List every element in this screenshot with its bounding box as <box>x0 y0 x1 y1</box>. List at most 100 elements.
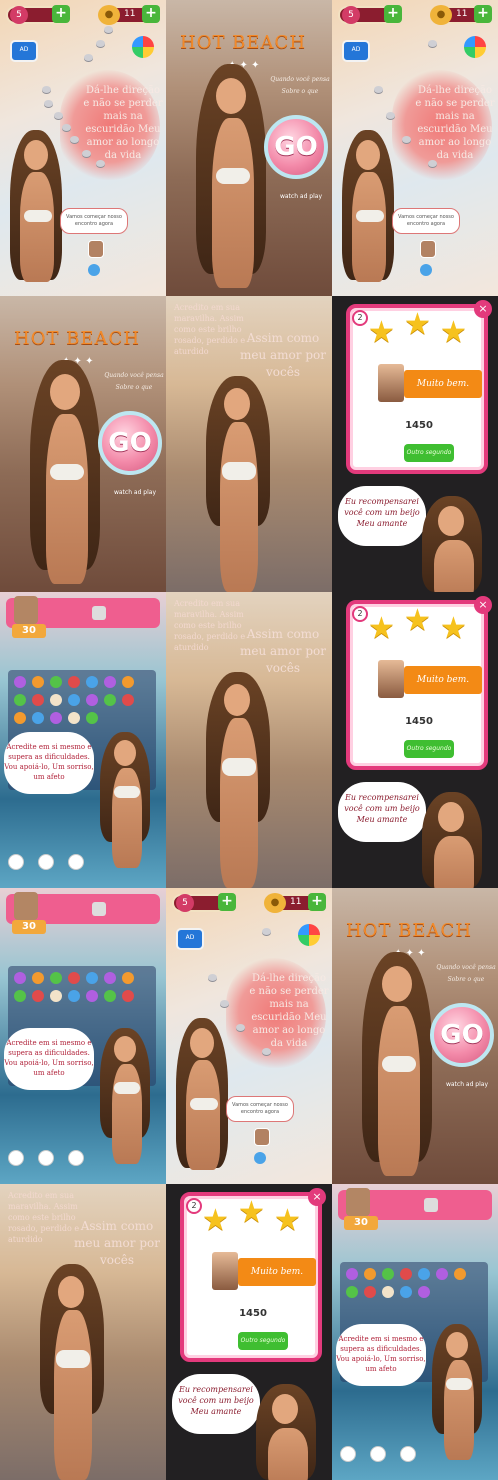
gem[interactable] <box>14 676 26 688</box>
watch-ad-label[interactable]: watch ad play <box>442 1081 492 1088</box>
level-node[interactable] <box>236 1024 245 1031</box>
gem[interactable] <box>400 1286 412 1298</box>
gem[interactable] <box>32 712 44 724</box>
powerup-button[interactable] <box>8 854 24 870</box>
gem[interactable] <box>400 1268 412 1280</box>
level-node[interactable] <box>42 86 51 93</box>
watch-ad-label[interactable]: watch ad play <box>110 489 160 496</box>
gem[interactable] <box>68 676 80 688</box>
gem[interactable] <box>32 990 44 1002</box>
powerup-button[interactable] <box>340 1446 356 1462</box>
level-node[interactable] <box>220 1000 229 1007</box>
close-button[interactable]: × <box>474 596 492 614</box>
add-lives-button[interactable]: + <box>52 5 70 23</box>
next-button[interactable]: Outro segundo <box>238 1332 288 1350</box>
avatar[interactable] <box>254 1128 270 1146</box>
gem[interactable] <box>418 1286 430 1298</box>
avatar[interactable] <box>420 240 436 258</box>
gem[interactable] <box>454 1268 466 1280</box>
gem[interactable] <box>86 676 98 688</box>
level-node[interactable] <box>70 136 79 143</box>
level-node[interactable] <box>62 124 71 131</box>
gem[interactable] <box>86 712 98 724</box>
powerup-button[interactable] <box>68 854 84 870</box>
next-button[interactable]: Outro segundo <box>404 740 454 758</box>
level-node[interactable] <box>44 100 53 107</box>
spin-wheel-icon[interactable] <box>132 36 154 58</box>
tv-ad-icon[interactable]: AD <box>342 40 370 62</box>
powerup-button[interactable] <box>400 1446 416 1462</box>
watch-ad-label[interactable]: watch ad play <box>276 193 326 200</box>
gem[interactable] <box>122 972 134 984</box>
spin-wheel-icon[interactable] <box>464 36 486 58</box>
spin-wheel-icon[interactable] <box>298 924 320 946</box>
gem[interactable] <box>364 1268 376 1280</box>
go-button[interactable]: GO <box>430 1003 494 1067</box>
gem[interactable] <box>122 990 134 1002</box>
add-lives-button[interactable]: + <box>218 893 236 911</box>
gem[interactable] <box>50 990 62 1002</box>
gem[interactable] <box>50 712 62 724</box>
gem[interactable] <box>104 972 116 984</box>
lives-counter[interactable]: 5 + <box>338 5 402 24</box>
level-node[interactable] <box>262 928 271 935</box>
tv-ad-icon[interactable]: AD <box>176 928 204 950</box>
tv-ad-icon[interactable]: AD <box>10 40 38 62</box>
avatar[interactable] <box>88 240 104 258</box>
gem[interactable] <box>32 972 44 984</box>
gem[interactable] <box>50 676 62 688</box>
level-node[interactable] <box>402 136 411 143</box>
gem[interactable] <box>382 1286 394 1298</box>
coins-counter[interactable]: ● 11 + <box>98 5 160 25</box>
powerup-button[interactable] <box>38 1150 54 1166</box>
level-node[interactable] <box>54 112 63 119</box>
gem[interactable] <box>86 694 98 706</box>
gem[interactable] <box>436 1268 448 1280</box>
close-button[interactable]: × <box>308 1188 326 1206</box>
add-coins-button[interactable]: + <box>142 5 160 23</box>
gem[interactable] <box>122 694 134 706</box>
level-node[interactable] <box>104 26 113 33</box>
gem[interactable] <box>68 972 80 984</box>
gem[interactable] <box>68 694 80 706</box>
go-button[interactable]: GO <box>264 115 328 179</box>
gem[interactable] <box>418 1268 430 1280</box>
gem[interactable] <box>68 712 80 724</box>
gem[interactable] <box>104 694 116 706</box>
gem[interactable] <box>32 676 44 688</box>
gem[interactable] <box>14 712 26 724</box>
level-node[interactable] <box>96 40 105 47</box>
gem[interactable] <box>86 972 98 984</box>
gem[interactable] <box>68 990 80 1002</box>
lives-counter[interactable]: 5 + <box>172 893 236 912</box>
add-coins-button[interactable]: + <box>474 5 492 23</box>
close-button[interactable]: × <box>474 300 492 318</box>
powerup-button[interactable] <box>370 1446 386 1462</box>
gem[interactable] <box>382 1268 394 1280</box>
gem[interactable] <box>346 1268 358 1280</box>
go-button[interactable]: GO <box>98 411 162 475</box>
level-node[interactable] <box>374 86 383 93</box>
add-lives-button[interactable]: + <box>384 5 402 23</box>
level-node[interactable] <box>84 54 93 61</box>
gem[interactable] <box>346 1286 358 1298</box>
lives-counter[interactable]: 5 + <box>6 5 70 24</box>
gem[interactable] <box>122 676 134 688</box>
gem[interactable] <box>86 990 98 1002</box>
level-node[interactable] <box>386 112 395 119</box>
gem[interactable] <box>50 972 62 984</box>
coins-counter[interactable]: ● 11 + <box>264 893 326 913</box>
gem[interactable] <box>14 972 26 984</box>
gem[interactable] <box>104 676 116 688</box>
powerup-button[interactable] <box>38 854 54 870</box>
next-button[interactable]: Outro segundo <box>404 444 454 462</box>
gem[interactable] <box>50 694 62 706</box>
powerup-button[interactable] <box>8 1150 24 1166</box>
gem[interactable] <box>104 990 116 1002</box>
coins-counter[interactable]: ● 11 + <box>430 5 492 25</box>
level-node[interactable] <box>208 974 217 981</box>
powerup-button[interactable] <box>68 1150 84 1166</box>
add-coins-button[interactable]: + <box>308 893 326 911</box>
gem[interactable] <box>14 990 26 1002</box>
gem[interactable] <box>32 694 44 706</box>
